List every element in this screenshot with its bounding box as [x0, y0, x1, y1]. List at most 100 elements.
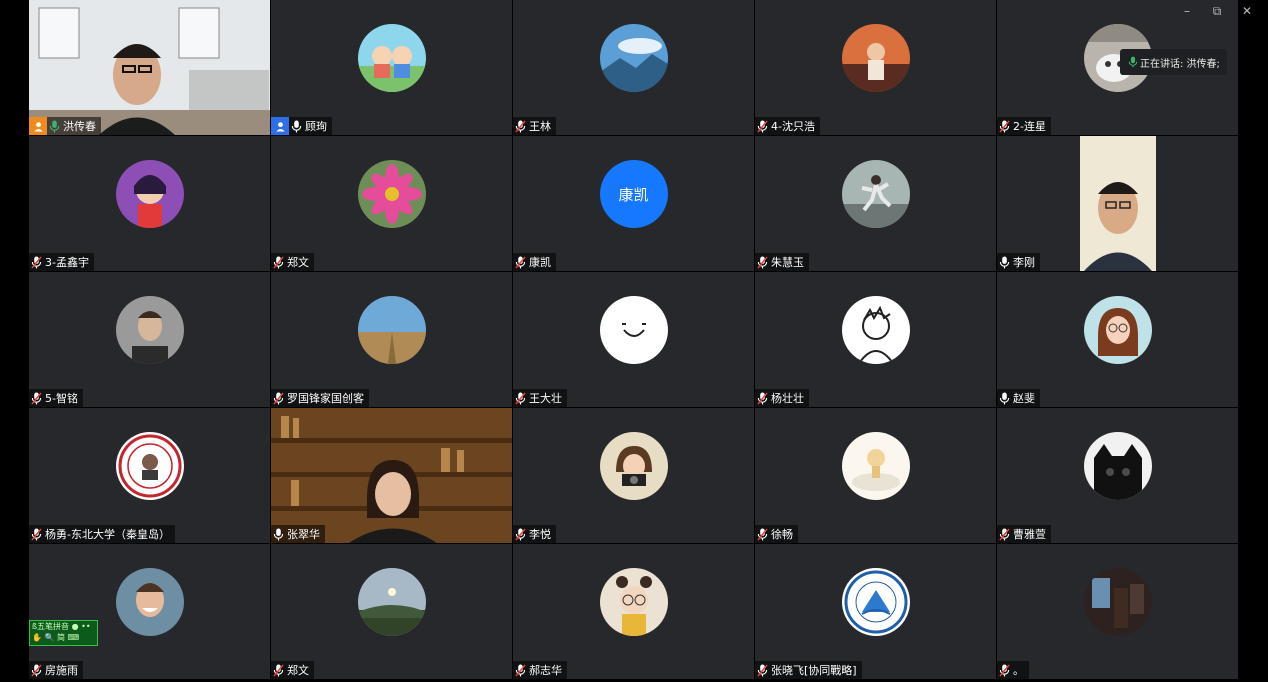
- participant-name: 张翠华: [287, 528, 320, 541]
- blue-logo-icon: [841, 568, 910, 636]
- participant-name-bar: 。: [997, 661, 1029, 679]
- participant-name: 郑文: [287, 256, 309, 269]
- ime-status-line: ß五笔拼音 ● ••: [32, 622, 91, 631]
- host-badge-icon: [29, 117, 47, 135]
- road-landscape-icon: [357, 296, 426, 364]
- participant-name-bar: 曹雅萱: [997, 525, 1051, 543]
- mic-muted-icon: [29, 253, 44, 271]
- participant-tile[interactable]: 4-沈只浩: [755, 0, 996, 135]
- participant-name: 4-沈只浩: [771, 120, 815, 133]
- participant-name-bar: 郑文: [271, 661, 314, 679]
- mic-icon: [997, 253, 1012, 271]
- participant-name-bar: 李刚: [997, 253, 1040, 271]
- participant-tile[interactable]: 3-孟鑫宇: [29, 136, 270, 271]
- participant-name: 王林: [529, 120, 551, 133]
- mic-active-icon: [47, 117, 62, 135]
- cloud-figure-icon: [841, 432, 910, 500]
- mic-muted-icon: [271, 661, 286, 679]
- night-forest-icon: [357, 568, 426, 636]
- black-cat-icon: [1083, 432, 1152, 500]
- participant-name: 康凯: [529, 256, 551, 269]
- participant-tile[interactable]: 王大壮: [513, 272, 754, 407]
- participant-name-bar: 罗国锋家国创客: [271, 389, 369, 407]
- participant-name: 李悦: [529, 528, 551, 541]
- skater-icon: [841, 160, 910, 228]
- participant-tile[interactable]: 杨勇-东北大学（秦皇岛）: [29, 408, 270, 543]
- ime-tools-line: ✋ 🔍 简 ⌨: [32, 633, 80, 642]
- participant-name-bar: 3-孟鑫宇: [29, 253, 94, 271]
- participant-grid: 洪传春 顾珣 王林 4-沈只浩 2-连星 3-孟鑫宇 郑文 康凯 康凯 朱慧玉 李刚 5-智铭 罗国锋家…: [29, 0, 1238, 682]
- participant-tile[interactable]: 朱慧玉: [755, 136, 996, 271]
- sunset-girl-icon: [841, 24, 910, 92]
- participant-name: 3-孟鑫宇: [45, 256, 89, 269]
- participant-tile[interactable]: 王林: [513, 0, 754, 135]
- participant-name: 杨勇-东北大学（秦皇岛）: [45, 528, 170, 541]
- participant-name: 。: [1013, 664, 1024, 677]
- participant-tile[interactable]: 杨壮壮: [755, 272, 996, 407]
- participant-name-bar: 2-连星: [997, 117, 1051, 135]
- smile-face-icon: [599, 296, 668, 364]
- participant-name: 房施雨: [45, 664, 78, 677]
- avatar-initials: 康凯: [599, 160, 668, 228]
- participant-tile[interactable]: 李悦: [513, 408, 754, 543]
- mic-muted-icon: [755, 253, 770, 271]
- mic-muted-icon: [29, 525, 44, 543]
- sketch-boy-icon: [841, 296, 910, 364]
- participant-tile[interactable]: 曹雅萱: [997, 408, 1238, 543]
- participant-name-bar: 郝志华: [513, 661, 567, 679]
- mic-active-icon: [1125, 53, 1140, 71]
- mic-muted-icon: [29, 661, 44, 679]
- camera-feed-office: [29, 0, 270, 135]
- participant-name: 顾珣: [305, 120, 327, 133]
- participant-tile[interactable]: 5-智铭: [29, 272, 270, 407]
- participant-tile[interactable]: 张翠华: [271, 408, 512, 543]
- mic-muted-icon: [513, 389, 528, 407]
- participant-tile[interactable]: 郑文: [271, 136, 512, 271]
- close-button[interactable]: ✕: [1232, 2, 1262, 20]
- restore-button[interactable]: ⧉: [1202, 2, 1232, 20]
- participant-tile[interactable]: 李刚: [997, 136, 1238, 271]
- participant-name: 赵斐: [1013, 392, 1035, 405]
- participant-name: 王大壮: [529, 392, 562, 405]
- participant-tile[interactable]: 赵斐: [997, 272, 1238, 407]
- ime-toolbar[interactable]: ß五笔拼音 ● •• ✋ 🔍 简 ⌨: [29, 620, 98, 646]
- anime-girl-icon: [115, 160, 184, 228]
- mic-muted-icon: [29, 389, 44, 407]
- participant-tile[interactable]: 康凯 康凯: [513, 136, 754, 271]
- participant-tile[interactable]: 张晓飞[协同戰略]: [755, 544, 996, 679]
- participant-name-bar: 房施雨: [29, 661, 83, 679]
- avatar-initials-text: 康凯: [618, 185, 649, 204]
- pink-flower-icon: [357, 160, 426, 228]
- participant-tile[interactable]: 顾珣: [271, 0, 512, 135]
- dark-room-icon: [1083, 568, 1152, 636]
- mic-muted-icon: [755, 525, 770, 543]
- smiling-man-icon: [115, 568, 184, 636]
- university-seal-icon: [115, 432, 184, 500]
- participant-tile[interactable]: 郑文: [271, 544, 512, 679]
- participant-tile[interactable]: 徐畅: [755, 408, 996, 543]
- participant-tile[interactable]: 郝志华: [513, 544, 754, 679]
- participant-name: 朱慧玉: [771, 256, 804, 269]
- glasses-girl-icon: [1083, 296, 1152, 364]
- participant-tile[interactable]: 罗国锋家国创客: [271, 272, 512, 407]
- participant-name: 张晓飞[协同戰略]: [771, 664, 857, 677]
- participant-name-bar: 郑文: [271, 253, 314, 271]
- participant-name-bar: 康凯: [513, 253, 556, 271]
- mic-muted-icon: [997, 661, 1012, 679]
- participant-name: 5-智铭: [45, 392, 78, 405]
- mic-muted-icon: [513, 525, 528, 543]
- participant-tile[interactable]: 洪传春: [29, 0, 270, 135]
- participant-name: 2-连星: [1013, 120, 1046, 133]
- speaking-indicator: 正在讲话: 洪传春;: [1120, 49, 1227, 75]
- mic-icon: [271, 525, 286, 543]
- participant-name-bar: 李悦: [513, 525, 556, 543]
- participant-tile[interactable]: 。: [997, 544, 1238, 679]
- mic-muted-icon: [271, 253, 286, 271]
- minimize-button[interactable]: –: [1172, 2, 1202, 20]
- participant-name-bar: 王林: [513, 117, 556, 135]
- mic-muted-icon: [513, 661, 528, 679]
- participant-name-bar: 顾珣: [271, 117, 332, 135]
- mic-muted-icon: [513, 117, 528, 135]
- participant-tile[interactable]: 房施雨: [29, 544, 270, 679]
- participant-name: 曹雅萱: [1013, 528, 1046, 541]
